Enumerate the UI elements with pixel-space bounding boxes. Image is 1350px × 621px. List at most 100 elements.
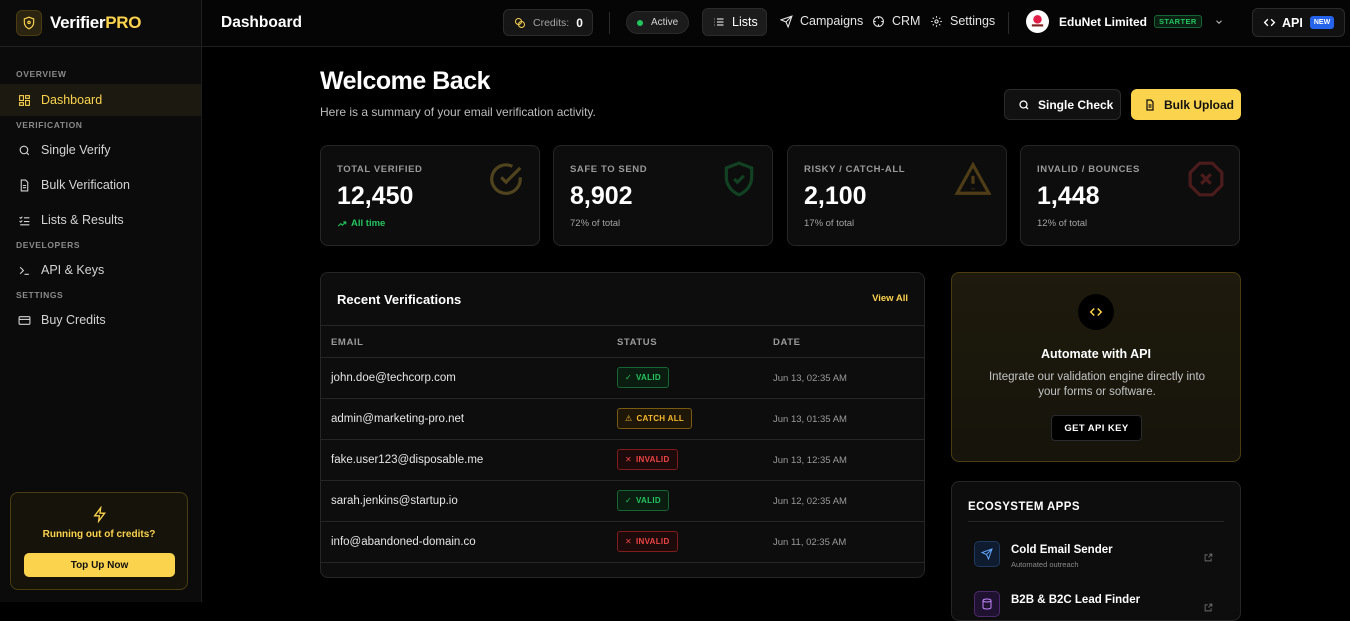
sidebar-item-dashboard[interactable]: Dashboard: [0, 84, 201, 116]
column-email: EMAIL: [331, 337, 364, 348]
low-credits-title: Running out of credits?: [42, 529, 156, 540]
check-icon: ✓: [625, 496, 633, 505]
avatar: [1026, 10, 1049, 33]
section-settings: SETTINGS: [16, 290, 64, 300]
status-badge: ⚠ CATCH ALL: [617, 408, 693, 429]
app-subtitle: Automated outreach: [1011, 560, 1079, 569]
crosshair-icon: [872, 15, 885, 28]
divider: [1008, 12, 1009, 34]
table-row[interactable]: sarah.jenkins@startup.io ✓ VALID Jun 12, …: [321, 481, 924, 522]
section-developers: DEVELOPERS: [16, 240, 81, 250]
code-icon: [1263, 16, 1276, 29]
stat-total-verified: TOTAL VERIFIED 12,450 All time: [320, 145, 540, 246]
page-title: Dashboard: [221, 14, 302, 31]
stat-value: 12,450: [337, 182, 414, 210]
table-header: EMAIL STATUS DATE: [321, 325, 924, 358]
search-icon: [17, 143, 31, 157]
table-row[interactable]: admin@marketing-pro.net ⚠ CATCH ALL Jun 1…: [321, 399, 924, 440]
status-badge: ✓ VALID: [617, 367, 669, 388]
get-api-key-button[interactable]: GET API KEY: [1051, 415, 1142, 441]
sidebar-item-single-verify[interactable]: Single Verify: [0, 134, 201, 166]
api-button[interactable]: API NEW: [1252, 8, 1345, 37]
ecosystem-title: ECOSYSTEM APPS: [968, 501, 1080, 513]
file-icon: [17, 178, 31, 192]
stat-invalid-bounces: INVALID / BOUNCES 1,448 12% of total: [1020, 145, 1240, 246]
row-date: Jun 13, 01:35 AM: [773, 414, 847, 425]
nav-campaigns-label: Campaigns: [800, 14, 864, 28]
plan-badge: STARTER: [1154, 15, 1202, 28]
sidebar-item-bulk-verification[interactable]: Bulk Verification: [0, 169, 201, 201]
new-badge: NEW: [1309, 16, 1335, 29]
x-octagon-icon: [1187, 160, 1225, 203]
check-circle-icon: [487, 160, 525, 203]
status-text: INVALID: [636, 537, 670, 546]
welcome-heading: Welcome Back: [320, 67, 491, 95]
nav-settings[interactable]: Settings: [930, 14, 995, 28]
bulk-upload-label: Bulk Upload: [1164, 97, 1235, 112]
status-badge: ✕ INVALID: [617, 449, 678, 470]
sidebar-item-buy-credits[interactable]: Buy Credits: [0, 304, 201, 336]
stat-note: 72% of total: [570, 218, 621, 229]
list-check-icon: [17, 213, 31, 227]
stat-safe-to-send: SAFE TO SEND 8,902 72% of total: [553, 145, 773, 246]
credits-indicator[interactable]: Credits: 0: [503, 9, 593, 36]
nav-lists[interactable]: Lists: [702, 8, 767, 36]
sidebar-item-label: Buy Credits: [41, 313, 106, 327]
nav-crm-label: CRM: [892, 14, 921, 28]
stat-note-text: All time: [351, 218, 386, 229]
bulk-upload-button[interactable]: Bulk Upload: [1131, 89, 1241, 120]
sidebar-item-label: Dashboard: [41, 93, 103, 107]
terminal-icon: [17, 263, 31, 277]
status-text: Active: [651, 17, 679, 28]
grid-icon: [17, 93, 31, 107]
sidebar-item-lists-results[interactable]: Lists & Results: [0, 204, 201, 236]
low-credits-card: Running out of credits? Top Up Now: [10, 492, 188, 590]
app-lead-finder[interactable]: B2B & B2C Lead Finder: [974, 591, 1224, 620]
row-email: admin@marketing-pro.net: [331, 413, 465, 425]
search-icon: [1018, 99, 1030, 111]
stat-value: 1,448: [1037, 182, 1100, 210]
sidebar-item-api-keys[interactable]: API & Keys: [0, 254, 201, 286]
row-email: sarah.jenkins@startup.io: [331, 495, 458, 507]
automate-description: Integrate our validation engine directly…: [988, 371, 1206, 398]
sidebar-item-label: API & Keys: [41, 263, 105, 277]
table-row[interactable]: fake.user123@disposable.me ✕ INVALID Jun …: [321, 440, 924, 481]
external-link-icon: [1204, 549, 1213, 567]
shield-check-icon: [720, 160, 758, 203]
status-text: VALID: [636, 373, 661, 382]
warning-icon: ⚠: [625, 414, 633, 423]
app-name: B2B & B2C Lead Finder: [1011, 594, 1141, 606]
credits-value: 0: [576, 15, 583, 30]
table-row[interactable]: john.doe@techcorp.com ✓ VALID Jun 13, 02:…: [321, 358, 924, 399]
status-text: VALID: [636, 496, 661, 505]
nav-campaigns[interactable]: Campaigns: [780, 14, 863, 28]
status-dot-icon: [637, 19, 643, 26]
status-text: CATCH ALL: [636, 414, 685, 423]
stat-label: SAFE TO SEND: [570, 164, 648, 175]
top-up-button[interactable]: Top Up Now: [24, 553, 175, 577]
list-icon: [713, 16, 725, 28]
column-date: DATE: [773, 337, 801, 348]
section-overview: OVERVIEW: [16, 69, 67, 79]
sidebar-item-label: Single Verify: [41, 143, 111, 157]
stat-value: 8,902: [570, 182, 633, 210]
app-cold-email-sender[interactable]: Cold Email Sender Automated outreach: [974, 541, 1224, 571]
view-all-link[interactable]: View All: [872, 293, 908, 304]
section-verification: VERIFICATION: [16, 120, 83, 130]
nav-crm[interactable]: CRM: [872, 14, 920, 28]
send-icon: [974, 541, 1000, 567]
gear-icon: [930, 15, 943, 28]
account-menu[interactable]: EduNet Limited STARTER: [1026, 10, 1224, 33]
row-email: info@abandoned-domain.co: [331, 536, 476, 548]
single-check-button[interactable]: Single Check: [1004, 89, 1121, 120]
brand[interactable]: VerifierPRO: [0, 0, 201, 47]
table-row[interactable]: info@abandoned-domain.co ✕ INVALID Jun 11…: [321, 522, 924, 563]
sidebar-item-label: Bulk Verification: [41, 178, 130, 192]
nav-lists-label: Lists: [732, 15, 758, 29]
company-name: EduNet Limited: [1059, 14, 1148, 29]
recent-title: Recent Verifications: [337, 292, 462, 307]
row-email: fake.user123@disposable.me: [331, 454, 484, 466]
status-badge: Active: [626, 11, 689, 34]
row-email: john.doe@techcorp.com: [331, 372, 456, 384]
stat-risky-catch-all: RISKY / CATCH-ALL 2,100 17% of total: [787, 145, 1007, 246]
